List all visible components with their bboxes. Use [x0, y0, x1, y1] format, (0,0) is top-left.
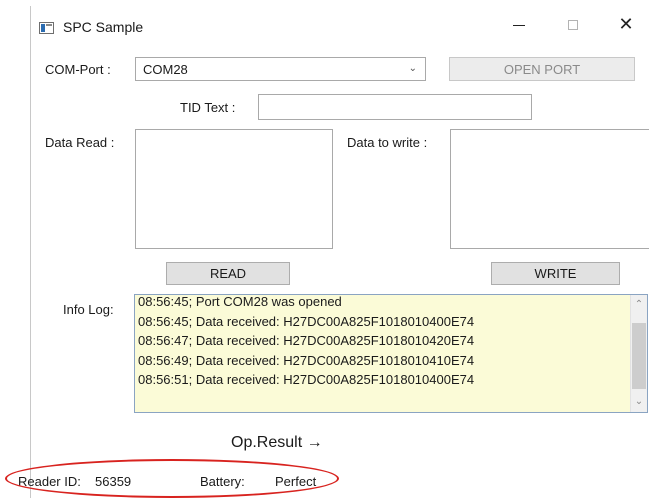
close-icon: ✕ — [618, 14, 634, 35]
info-log-lines: 08:56:45; Port COM28 was opened 08:56:45… — [138, 294, 475, 390]
scroll-down-icon[interactable]: ⌄ — [631, 394, 647, 410]
tid-text-input[interactable] — [258, 94, 532, 120]
window-title: SPC Sample — [63, 19, 144, 35]
scroll-thumb[interactable] — [632, 323, 646, 389]
data-to-write-textbox[interactable] — [450, 129, 649, 249]
open-port-button[interactable]: OPEN PORT — [449, 57, 635, 81]
log-scrollbar[interactable]: ⌃ ⌄ — [630, 295, 647, 412]
data-read-textbox[interactable] — [135, 129, 333, 249]
write-button[interactable]: WRITE — [491, 262, 620, 285]
op-result-label: Op.Result → — [231, 434, 323, 451]
reader-id-value: 56359 — [95, 474, 132, 489]
info-log-textbox[interactable]: 08:56:45; Port COM28 was opened 08:56:45… — [134, 294, 648, 413]
log-line: 08:56:45; Port COM28 was opened — [138, 294, 342, 309]
log-line: 08:56:49; Data received: H27DC00A825F101… — [138, 352, 475, 368]
tid-text-label: TID Text : — [180, 100, 236, 115]
maximize-icon — [568, 20, 578, 30]
battery-value: Perfect — [275, 474, 317, 489]
chevron-down-icon: ⌄ — [408, 63, 417, 74]
com-port-selected-value: COM28 — [143, 61, 188, 77]
close-button[interactable]: ✕ — [606, 10, 646, 40]
read-button[interactable]: READ — [166, 262, 290, 285]
app-window-icon — [39, 22, 54, 34]
maximize-button[interactable] — [550, 10, 596, 40]
com-port-label: COM-Port : — [45, 62, 111, 77]
minimize-icon — [513, 24, 525, 26]
scroll-up-icon[interactable]: ⌃ — [631, 297, 647, 313]
data-read-label: Data Read : — [45, 135, 115, 150]
log-line: 08:56:51; Data received: H27DC00A825F101… — [138, 372, 475, 388]
battery-label: Battery: — [200, 474, 245, 489]
minimize-button[interactable] — [496, 10, 542, 40]
log-line: 08:56:45; Data received: H27DC00A825F101… — [138, 313, 475, 329]
log-line: 08:56:47; Data received: H27DC00A825F101… — [138, 333, 475, 349]
com-port-select[interactable]: COM28 ⌄ — [135, 57, 426, 81]
data-to-write-label: Data to write : — [347, 135, 428, 150]
reader-id-label: Reader ID: — [18, 474, 81, 489]
info-log-label: Info Log: — [63, 302, 114, 317]
